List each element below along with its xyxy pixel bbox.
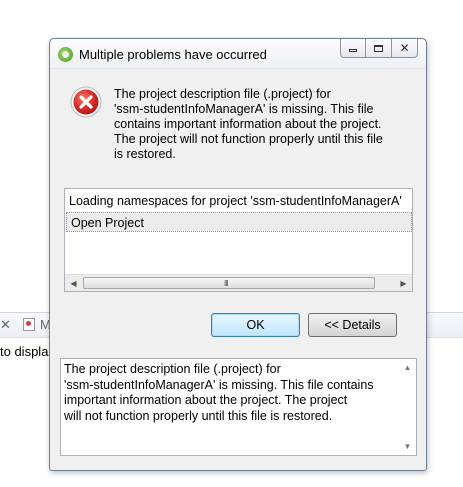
spring-app-icon	[58, 47, 73, 62]
error-icon	[70, 86, 102, 118]
vertical-scrollbar[interactable]: ▲ ▼	[399, 359, 416, 455]
dialog-title: Multiple problems have occurred	[79, 47, 267, 62]
scroll-left-icon[interactable]: ◀	[65, 275, 82, 292]
details-textarea[interactable]: The project description file (.project) …	[60, 358, 417, 456]
details-text: The project description file (.project) …	[64, 362, 374, 423]
ok-button[interactable]: OK	[211, 313, 300, 337]
details-button[interactable]: << Details	[308, 313, 397, 337]
list-item[interactable]: Open Project	[66, 212, 412, 232]
background-tab-close-icon[interactable]: ✕	[0, 318, 12, 332]
background-text: to displa	[0, 344, 49, 359]
minimize-button[interactable]	[340, 39, 366, 58]
list-item[interactable]: Loading namespaces for project 'ssm-stud…	[69, 193, 412, 209]
problems-dialog: Multiple problems have occurred ✕ The pr…	[49, 38, 427, 471]
minimize-icon	[349, 48, 357, 52]
problems-list[interactable]: Loading namespaces for project 'ssm-stud…	[64, 188, 413, 292]
maximize-icon	[374, 44, 383, 52]
dialog-titlebar[interactable]: Multiple problems have occurred ✕	[50, 39, 426, 69]
maximize-button[interactable]	[366, 39, 392, 58]
error-message: The project description file (.project) …	[114, 87, 383, 161]
scroll-up-icon[interactable]: ▲	[399, 359, 416, 376]
scroll-down-icon[interactable]: ▼	[399, 438, 416, 455]
window-controls: ✕	[340, 39, 418, 59]
scrollbar-grip-icon: III	[224, 279, 229, 288]
scrollbar-thumb[interactable]: III	[83, 277, 375, 289]
close-button[interactable]: ✕	[392, 39, 418, 58]
background-tab-icon	[23, 318, 35, 331]
horizontal-scrollbar[interactable]: ◀ III ▶	[65, 274, 412, 291]
close-icon: ✕	[399, 41, 410, 55]
scroll-right-icon[interactable]: ▶	[395, 275, 412, 292]
